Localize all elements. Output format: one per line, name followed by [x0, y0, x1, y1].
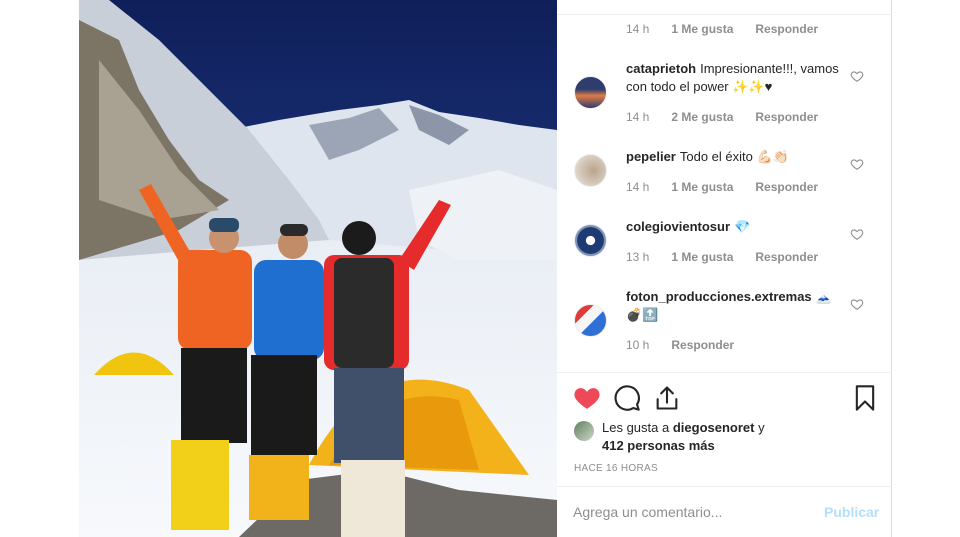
heart-outline-icon[interactable] — [850, 157, 864, 171]
comment-meta: 10 h Responder — [626, 338, 756, 352]
post-actions — [573, 384, 878, 412]
comment-meta: 14 h 1 Me gusta Responder — [626, 180, 840, 194]
comment-username[interactable]: pepelier — [626, 149, 676, 164]
comment-likes[interactable]: 1 Me gusta — [671, 250, 733, 264]
comment-text: foton_producciones.extremas 🗻 💣🔝 — [626, 288, 841, 324]
heart-outline-icon[interactable] — [850, 69, 864, 83]
comment-text: cataprietoh Impresionante!!!, vamos con t… — [626, 60, 841, 96]
likes-others[interactable]: 412 personas más — [602, 438, 715, 453]
heart-outline-icon[interactable] — [850, 227, 864, 241]
share-icon[interactable] — [653, 384, 681, 412]
comment-time: 13 h — [626, 250, 650, 264]
comment-meta: 14 h 2 Me gusta Responder — [626, 110, 840, 124]
publish-button[interactable]: Publicar — [824, 504, 879, 520]
post-timestamp[interactable]: HACE 16 HORAS — [574, 463, 658, 474]
avatar[interactable] — [574, 76, 607, 109]
reply-button[interactable]: Responder — [755, 250, 818, 264]
comment-meta: 13 h 1 Me gusta Responder — [626, 250, 840, 264]
likes-prefix: Les gusta a — [602, 420, 670, 435]
divider — [557, 14, 892, 15]
likes-text: Les gusta a diegosenoret y 412 personas … — [602, 419, 842, 455]
heart-filled-icon[interactable] — [573, 384, 601, 412]
reply-button[interactable]: Responder — [755, 22, 818, 36]
reply-button[interactable]: Responder — [755, 110, 818, 124]
avatar[interactable] — [574, 154, 607, 187]
comment-likes[interactable]: 1 Me gusta — [671, 180, 733, 194]
comment-username[interactable]: foton_producciones.extremas — [626, 289, 812, 304]
divider — [557, 372, 892, 373]
instagram-post-view: 14 h 1 Me gusta Responder cataprietoh Imp… — [0, 0, 960, 537]
comment-time: 14 h — [626, 110, 650, 124]
reply-button[interactable]: Responder — [671, 338, 734, 352]
comment-time: 10 h — [626, 338, 650, 352]
comment-username[interactable]: cataprietoh — [626, 61, 696, 76]
avatar[interactable] — [574, 421, 594, 441]
comment-time: 14 h — [626, 22, 650, 36]
bookmark-icon[interactable] — [851, 384, 879, 412]
add-comment-bar: Publicar — [557, 486, 892, 537]
liker-username[interactable]: diegosenoret — [673, 420, 755, 435]
comment-input[interactable] — [573, 501, 793, 523]
comment-likes[interactable]: 1 Me gusta — [671, 22, 733, 36]
comment-icon[interactable] — [613, 384, 641, 412]
comment-text: pepelier Todo el éxito 💪🏻👏🏻 — [626, 148, 841, 166]
post-photo[interactable] — [79, 0, 557, 537]
comment-meta: 14 h 1 Me gusta Responder — [626, 22, 840, 36]
comment-time: 14 h — [626, 180, 650, 194]
reply-button[interactable]: Responder — [755, 180, 818, 194]
comment-text: colegiovientosur 💎 — [626, 218, 841, 236]
avatar[interactable] — [574, 304, 607, 337]
heart-outline-icon[interactable] — [850, 297, 864, 311]
avatar[interactable] — [574, 224, 607, 257]
comment-body: Todo el éxito 💪🏻👏🏻 — [679, 149, 789, 164]
comment-username[interactable]: colegiovientosur — [626, 219, 730, 234]
comment-body: 💎 — [734, 219, 751, 234]
likes-connector: y — [758, 420, 765, 435]
mountain-expedition-photo — [79, 0, 557, 537]
comment-likes[interactable]: 2 Me gusta — [671, 110, 733, 124]
comments-panel: 14 h 1 Me gusta Responder cataprietoh Imp… — [557, 0, 892, 537]
